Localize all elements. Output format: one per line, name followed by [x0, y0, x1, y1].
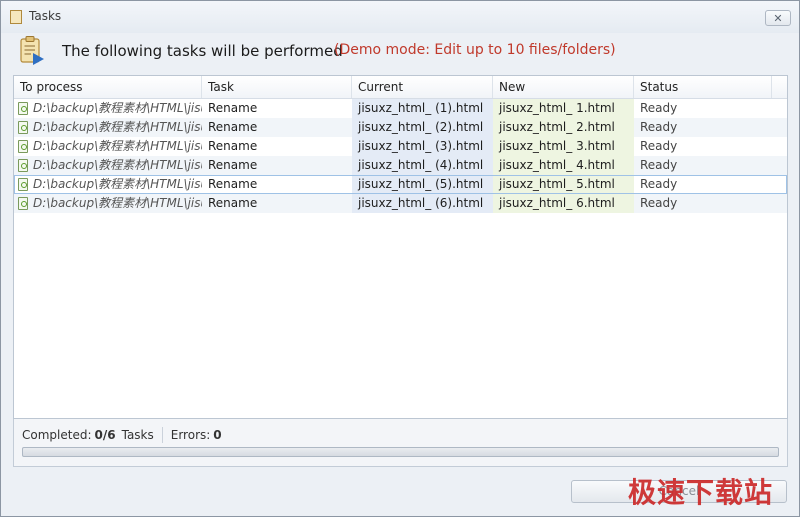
- table-header: To process Task Current New Status: [14, 76, 787, 99]
- html-file-icon: [18, 197, 28, 210]
- html-file-icon: [18, 121, 28, 134]
- column-header-task[interactable]: Task: [202, 76, 352, 98]
- task-cell: Rename: [208, 177, 258, 191]
- new-name-cell: jisuxz_html_ 1.html: [493, 99, 634, 118]
- clipboard-play-icon: [20, 36, 44, 65]
- tasks-label: Tasks: [121, 428, 154, 442]
- column-header-to-process[interactable]: To process: [14, 76, 202, 98]
- file-path: D:\backup\教程素材\HTML\jisu...: [33, 177, 202, 191]
- table-row[interactable]: D:\backup\教程素材\HTML\jisu... Rename jisux…: [14, 137, 787, 156]
- status-cell: Ready: [640, 196, 678, 210]
- to-process-cell: D:\backup\教程素材\HTML\jisu...: [14, 99, 202, 118]
- progress-bar: [22, 447, 779, 457]
- task-cell: Rename: [208, 158, 258, 172]
- header: The following tasks will be performed (D…: [1, 33, 799, 75]
- file-path: D:\backup\教程素材\HTML\jisu...: [33, 101, 202, 115]
- current-name-cell: jisuxz_html_ (3).html: [352, 137, 493, 156]
- new-name-cell: jisuxz_html_ 4.html: [493, 156, 634, 175]
- current-name-cell: jisuxz_html_ (2).html: [352, 118, 493, 137]
- status-cell: Ready: [640, 158, 678, 172]
- status-cell: Ready: [640, 177, 678, 191]
- header-title: The following tasks will be performed: [62, 42, 343, 60]
- current-name-cell: jisuxz_html_ (4).html: [352, 156, 493, 175]
- column-header-status[interactable]: Status: [634, 76, 772, 98]
- file-path: D:\backup\教程素材\HTML\jisu...: [33, 120, 202, 134]
- to-process-cell: D:\backup\教程素材\HTML\jisu...: [14, 118, 202, 137]
- task-cell: Rename: [208, 120, 258, 134]
- task-stats: Completed: 0/6 Tasks Errors: 0: [22, 427, 228, 443]
- watermark-logo: 极速下载站: [628, 476, 774, 509]
- table-row[interactable]: D:\backup\教程素材\HTML\jisu... Rename jisux…: [14, 194, 787, 213]
- close-button[interactable]: ✕: [765, 10, 791, 26]
- html-file-icon: [18, 140, 28, 153]
- to-process-cell: D:\backup\教程素材\HTML\jisu...: [14, 175, 202, 194]
- file-path: D:\backup\教程素材\HTML\jisu...: [33, 139, 202, 153]
- current-name-cell: jisuxz_html_ (6).html: [352, 194, 493, 213]
- table-row[interactable]: D:\backup\教程素材\HTML\jisu... Rename jisux…: [14, 156, 787, 175]
- table-row[interactable]: D:\backup\教程素材\HTML\jisu... Rename jisux…: [14, 99, 787, 118]
- html-file-icon: [18, 178, 28, 191]
- completed-label: Completed:: [22, 428, 92, 442]
- html-file-icon: [18, 159, 28, 172]
- window-title: Tasks: [29, 9, 62, 23]
- file-path: D:\backup\教程素材\HTML\jisu...: [33, 158, 202, 172]
- tasks-window: Tasks ✕ The following tasks will be perf…: [0, 0, 800, 517]
- new-name-cell: jisuxz_html_ 2.html: [493, 118, 634, 137]
- table-row[interactable]: D:\backup\教程素材\HTML\jisu... Rename jisux…: [14, 118, 787, 137]
- task-cell: Rename: [208, 139, 258, 153]
- new-name-cell: jisuxz_html_ 3.html: [493, 137, 634, 156]
- status-cell: Ready: [640, 120, 678, 134]
- file-path: D:\backup\教程素材\HTML\jisu...: [33, 196, 202, 210]
- new-name-cell: jisuxz_html_ 5.html: [493, 175, 634, 194]
- status-cell: Ready: [640, 101, 678, 115]
- errors-count: 0: [213, 428, 222, 442]
- column-header-new[interactable]: New: [493, 76, 634, 98]
- table-row-selected[interactable]: D:\backup\教程素材\HTML\jisu... Rename jisux…: [14, 175, 787, 194]
- status-footer: Completed: 0/6 Tasks Errors: 0: [13, 419, 788, 467]
- task-cell: Rename: [208, 196, 258, 210]
- task-cell: Rename: [208, 101, 258, 115]
- new-name-cell: jisuxz_html_ 6.html: [493, 194, 634, 213]
- current-name-cell: jisuxz_html_ (1).html: [352, 99, 493, 118]
- to-process-cell: D:\backup\教程素材\HTML\jisu...: [14, 156, 202, 175]
- clipboard-icon: [10, 10, 22, 24]
- stats-divider: [161, 427, 163, 443]
- title-bar: Tasks ✕: [1, 1, 799, 33]
- to-process-cell: D:\backup\教程素材\HTML\jisu...: [14, 137, 202, 156]
- tasks-table[interactable]: To process Task Current New Status D:\ba…: [13, 75, 788, 419]
- to-process-cell: D:\backup\教程素材\HTML\jisu...: [14, 194, 202, 213]
- status-cell: Ready: [640, 139, 678, 153]
- current-name-cell: jisuxz_html_ (5).html: [352, 175, 493, 194]
- errors-label: Errors:: [170, 428, 211, 442]
- demo-mode-note: (Demo mode: Edit up to 10 files/folders): [334, 42, 616, 58]
- column-header-current[interactable]: Current: [352, 76, 493, 98]
- completed-count: 0/6: [94, 428, 116, 442]
- html-file-icon: [18, 102, 28, 115]
